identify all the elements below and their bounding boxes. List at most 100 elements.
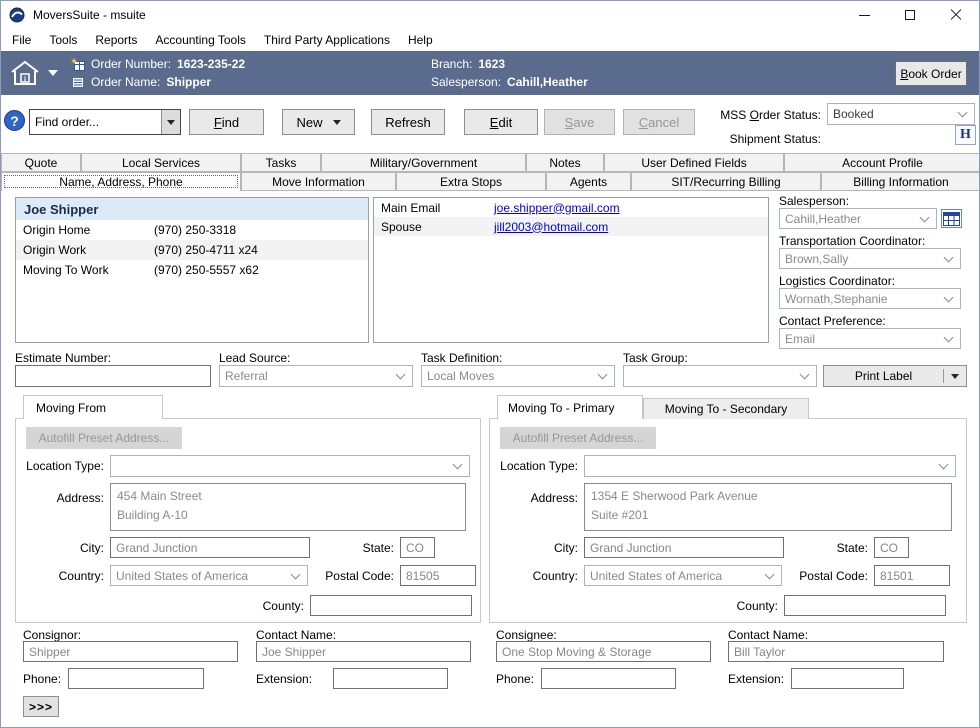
find-button[interactable]: Find [189, 109, 264, 135]
consignee-input[interactable] [496, 641, 711, 662]
mss-order-status-select[interactable]: Booked [827, 103, 975, 125]
salesperson-select[interactable]: Cahill,Heather [779, 208, 937, 229]
branch-label: Branch: [431, 57, 472, 71]
close-button[interactable] [933, 1, 979, 29]
save-button[interactable]: Save [544, 109, 615, 135]
refresh-button[interactable]: Refresh [371, 109, 445, 135]
task-group-select[interactable] [623, 365, 817, 387]
consignee-contact-name-label: Contact Name: [728, 628, 808, 642]
address-textarea[interactable]: 454 Main Street Building A-10 [110, 483, 466, 531]
lead-source-label: Lead Source: [219, 351, 290, 365]
contact-preference-select[interactable]: Email [779, 328, 961, 349]
order-info-menu-button[interactable]: i [9, 57, 67, 89]
chevron-down-icon [944, 292, 954, 302]
county-label: County: [216, 599, 304, 613]
county-input[interactable] [784, 595, 946, 616]
tab-notes[interactable]: Notes [526, 153, 604, 172]
menu-file[interactable]: File [3, 30, 40, 50]
location-type-select[interactable] [110, 455, 470, 477]
print-label-button[interactable]: Print Label [823, 365, 967, 387]
app-window: MoversSuite - msuite File Tools Reports … [0, 0, 980, 728]
tab-extra-stops[interactable]: Extra Stops [396, 172, 546, 191]
help-icon[interactable]: ? [4, 110, 25, 131]
city-input[interactable] [584, 537, 784, 558]
close-icon [950, 9, 962, 21]
postal-code-label: Postal Code: [790, 569, 868, 583]
cancel-button[interactable]: Cancel [623, 109, 695, 135]
consignor-contact-name-input[interactable] [256, 641, 471, 662]
tab-moving-to-primary[interactable]: Moving To - Primary [497, 395, 643, 419]
postal-code-input[interactable] [874, 565, 950, 586]
postal-code-input[interactable] [400, 565, 476, 586]
task-definition-select[interactable]: Local Moves [421, 365, 615, 387]
autofill-preset-address-button[interactable]: Autofill Preset Address... [26, 427, 182, 449]
consignor-label: Consignor: [23, 628, 81, 642]
book-order-button[interactable]: Book Order [895, 61, 967, 86]
find-order-combobox[interactable] [29, 109, 181, 135]
find-order-input[interactable] [30, 110, 161, 134]
autofill-preset-address-button[interactable]: Autofill Preset Address... [500, 427, 656, 449]
tab-quote[interactable]: Quote [1, 153, 81, 172]
minimize-button[interactable] [841, 1, 887, 29]
estimate-number-input[interactable] [15, 365, 211, 387]
state-input[interactable] [874, 537, 909, 558]
state-input[interactable] [400, 537, 435, 558]
consignor-extension-label: Extension: [256, 672, 312, 686]
menu-tools[interactable]: Tools [40, 30, 86, 50]
tab-tasks[interactable]: Tasks [241, 153, 321, 172]
consignor-input[interactable] [23, 641, 238, 662]
county-input[interactable] [310, 595, 472, 616]
tab-sit-recurring-billing[interactable]: SIT/Recurring Billing [631, 172, 821, 191]
new-button[interactable]: New [282, 109, 355, 135]
tab-military-government[interactable]: Military/Government [321, 153, 526, 172]
chevron-down-icon [396, 370, 406, 380]
contact-email-panel: Main Email joe.shipper@gmail.com Spouse … [373, 197, 769, 343]
email-link[interactable]: jill2003@hotmail.com [494, 220, 608, 234]
transportation-coordinator-select[interactable]: Brown,Sally [779, 248, 961, 269]
consignor-extension-input[interactable] [333, 668, 448, 689]
lead-source-select[interactable]: Referral [219, 365, 413, 387]
find-order-dropdown-button[interactable] [161, 110, 180, 134]
email-link[interactable]: joe.shipper@gmail.com [494, 201, 620, 215]
shipment-status-label: Shipment Status: [689, 132, 821, 146]
tab-move-information[interactable]: Move Information [241, 172, 396, 191]
chevron-down-icon [598, 370, 608, 380]
chevron-down-icon [944, 252, 954, 262]
tab-name-address-phone[interactable]: Name, Address, Phone [1, 172, 241, 191]
menu-help[interactable]: Help [399, 30, 442, 50]
menu-accounting-tools[interactable]: Accounting Tools [146, 30, 255, 50]
calendar-grid-icon [943, 212, 960, 226]
maximize-button[interactable] [887, 1, 933, 29]
consignee-contact-name-input[interactable] [728, 641, 944, 662]
country-select[interactable]: United States of America [584, 565, 782, 586]
tab-local-services[interactable]: Local Services [81, 153, 241, 172]
chevron-down-icon [453, 460, 463, 470]
shipment-status-history-button[interactable]: H [955, 125, 976, 145]
tab-moving-to-secondary[interactable]: Moving To - Secondary [643, 398, 809, 419]
consignor-phone-input[interactable] [68, 668, 204, 689]
salesperson-schedule-icon-button[interactable] [941, 209, 962, 228]
address-textarea[interactable]: 1354 E Sherwood Park Avenue Suite #201 [584, 483, 952, 531]
mss-order-status-label: MSS Order Status: [689, 108, 821, 122]
location-type-select[interactable] [584, 455, 956, 477]
tab-account-profile[interactable]: Account Profile [784, 153, 980, 172]
menu-third-party-applications[interactable]: Third Party Applications [255, 30, 399, 50]
tab-user-defined-fields[interactable]: User Defined Fields [604, 153, 784, 172]
country-select[interactable]: United States of America [110, 565, 308, 586]
tab-agents[interactable]: Agents [546, 172, 631, 191]
city-input[interactable] [110, 537, 310, 558]
consignee-extension-input[interactable] [791, 668, 904, 689]
edit-button[interactable]: Edit [464, 109, 538, 135]
tab-moving-from[interactable]: Moving From [23, 395, 163, 419]
order-identity: Order Number: 1623-235-22 Order Name: Sh… [71, 55, 245, 91]
expand-more-button[interactable]: >>> [23, 696, 59, 717]
tab-billing-information[interactable]: Billing Information [821, 172, 980, 191]
order-header-bar: i Order Number: 1623-235-22 Order Name: … [1, 51, 979, 95]
moving-from-group: Autofill Preset Address... Location Type… [15, 418, 481, 623]
phone-row: Origin Work (970) 250-4711 x24 [16, 240, 368, 260]
consignee-phone-input[interactable] [541, 668, 676, 689]
menu-reports[interactable]: Reports [86, 30, 146, 50]
logistics-coordinator-select[interactable]: Wornath,Stephanie [779, 288, 961, 309]
postal-code-label: Postal Code: [316, 569, 394, 583]
city-label: City: [16, 541, 104, 555]
